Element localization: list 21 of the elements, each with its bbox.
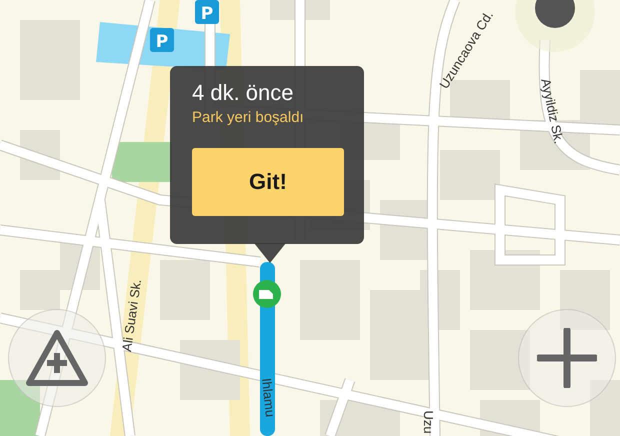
car-icon[interactable] xyxy=(253,280,281,308)
building xyxy=(560,270,610,330)
building xyxy=(160,260,210,320)
street-label: Ayyildiz Sk. xyxy=(538,77,567,146)
warning-plus-icon xyxy=(25,329,89,387)
building xyxy=(440,150,500,200)
parking-sign[interactable]: P xyxy=(150,28,174,52)
go-button[interactable]: Git! xyxy=(192,148,344,216)
park-area xyxy=(112,142,172,182)
building xyxy=(470,330,530,390)
location-marker xyxy=(535,0,575,28)
street-label: Ali Suavi Sk. xyxy=(119,278,144,353)
park-area xyxy=(0,380,40,436)
plus-icon xyxy=(537,328,597,388)
parking-sign[interactable]: P xyxy=(195,0,219,24)
street-label: Uzu xyxy=(421,410,436,434)
street-label: Ihlamu xyxy=(258,377,278,418)
popup-subtitle: Park yeri boşaldı xyxy=(192,108,305,128)
popup-title: 4 dk. önce xyxy=(192,80,295,106)
building xyxy=(590,380,620,436)
building xyxy=(20,270,60,310)
